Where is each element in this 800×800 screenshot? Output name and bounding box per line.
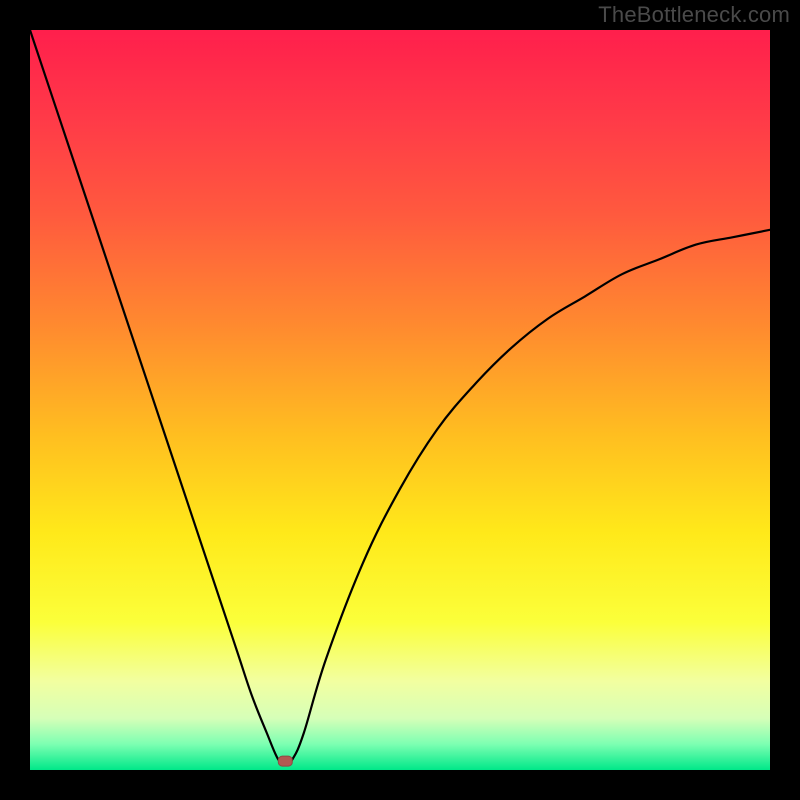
plot-svg [30,30,770,770]
gradient-background [30,30,770,770]
plot-area [30,30,770,770]
watermark-text: TheBottleneck.com [598,2,790,28]
optimum-marker [278,756,292,766]
chart-frame: TheBottleneck.com [0,0,800,800]
